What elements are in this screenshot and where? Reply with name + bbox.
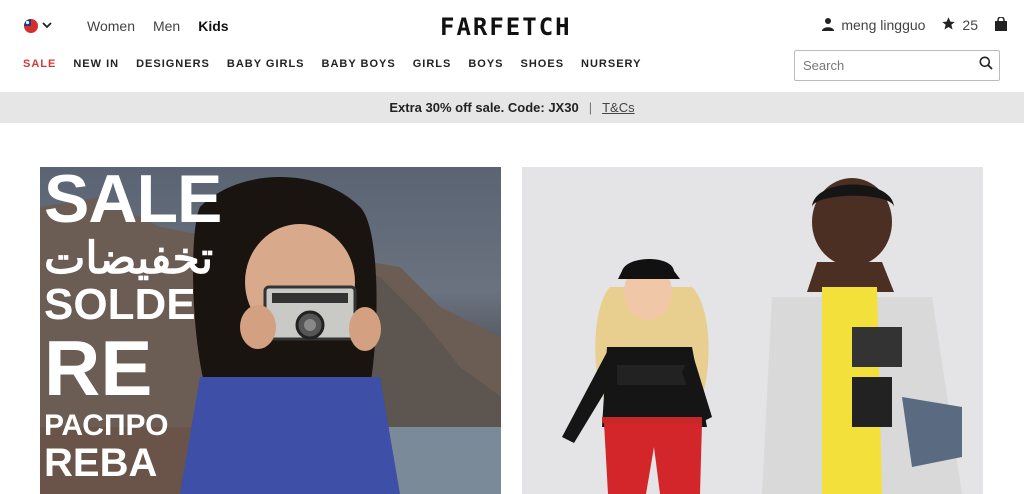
promo-separator: | bbox=[588, 100, 593, 115]
category-boys[interactable]: BOYS bbox=[468, 58, 503, 70]
wishlist-count: 25 bbox=[962, 17, 978, 33]
category-sale[interactable]: SALE bbox=[23, 58, 56, 70]
gender-nav: Women Men Kids bbox=[87, 18, 229, 34]
terms-link[interactable]: T&Cs bbox=[602, 100, 635, 115]
user-name: meng lingguo bbox=[841, 17, 926, 33]
user-icon bbox=[821, 17, 835, 34]
taiwan-flag-icon bbox=[24, 19, 38, 33]
sale-line-6: REBA bbox=[44, 441, 158, 485]
hero-banner-right[interactable] bbox=[522, 167, 983, 494]
sale-line-4: RE bbox=[44, 324, 153, 412]
category-new-in[interactable]: NEW IN bbox=[73, 58, 119, 70]
category-nav: SALE NEW IN DESIGNERS BABY GIRLS BABY BO… bbox=[23, 58, 641, 70]
farfetch-logo[interactable]: FARFETCH bbox=[440, 13, 572, 41]
category-baby-girls[interactable]: BABY GIRLS bbox=[227, 58, 305, 70]
top-header: Women Men Kids FARFETCH meng lingguo 25 bbox=[0, 0, 1024, 52]
sale-line-5: РАСПРО bbox=[44, 409, 169, 442]
user-account-button[interactable]: meng lingguo bbox=[821, 17, 925, 34]
category-nursery[interactable]: NURSERY bbox=[581, 58, 641, 70]
chevron-down-icon bbox=[42, 21, 52, 32]
sale-line-2: تخفيضات bbox=[44, 234, 214, 283]
star-icon bbox=[941, 16, 956, 34]
wishlist-button[interactable]: 25 bbox=[941, 16, 978, 34]
nav-women[interactable]: Women bbox=[87, 18, 135, 34]
hero-right-image bbox=[562, 178, 962, 494]
category-girls[interactable]: GIRLS bbox=[413, 58, 452, 70]
region-selector[interactable] bbox=[24, 19, 52, 33]
sale-line-3: SOLDE bbox=[44, 280, 196, 329]
category-designers[interactable]: DESIGNERS bbox=[136, 58, 210, 70]
promo-text: Extra 30% off sale. Code: JX30 bbox=[389, 100, 579, 115]
category-shoes[interactable]: SHOES bbox=[521, 58, 565, 70]
sale-line-1: SALE bbox=[44, 167, 222, 237]
nav-kids[interactable]: Kids bbox=[198, 18, 228, 34]
promo-banner: Extra 30% off sale. Code: JX30 | T&Cs bbox=[0, 92, 1024, 123]
shopping-bag-icon bbox=[994, 15, 1008, 34]
sale-multilingual-text: SALE تخفيضات SOLDE RE РАСПРО REBA bbox=[44, 167, 222, 485]
search-input[interactable] bbox=[803, 58, 979, 73]
search-icon[interactable] bbox=[979, 56, 993, 75]
shopping-bag-button[interactable] bbox=[994, 15, 1008, 34]
nav-men[interactable]: Men bbox=[153, 18, 180, 34]
category-baby-boys[interactable]: BABY BOYS bbox=[322, 58, 396, 70]
account-area: meng lingguo 25 bbox=[821, 15, 1008, 34]
hero-banner-left[interactable]: SALE تخفيضات SOLDE RE РАСПРО REBA bbox=[40, 167, 501, 494]
search-box bbox=[794, 50, 1000, 81]
